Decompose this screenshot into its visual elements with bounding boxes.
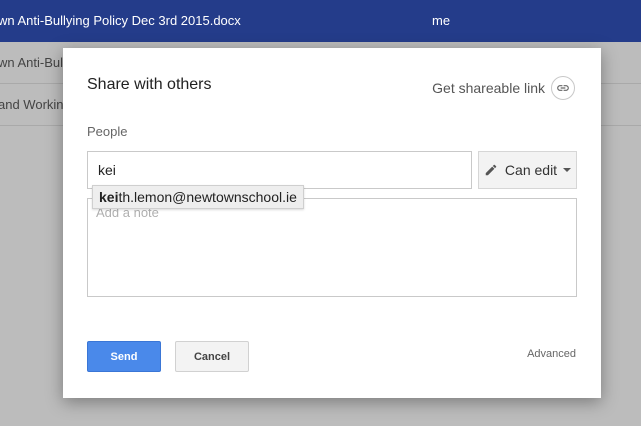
shareable-link-label: Get shareable link <box>432 80 545 96</box>
file-name: wn Anti-Bullying Policy Dec 3rd 2015.doc… <box>0 13 241 28</box>
file-name: and Working <box>0 97 71 112</box>
send-button[interactable]: Send <box>87 341 161 372</box>
file-name: wn Anti-Bully <box>0 55 73 70</box>
people-input[interactable] <box>87 151 472 189</box>
suggestion-rest: th.lemon@newtownschool.ie <box>118 189 297 205</box>
share-dialog: Share with others Get shareable link Peo… <box>63 48 601 398</box>
dialog-title: Share with others <box>87 76 212 93</box>
advanced-link[interactable]: Advanced <box>527 348 576 360</box>
caret-down-icon <box>563 168 572 172</box>
get-shareable-link-button[interactable]: Get shareable link <box>432 76 575 100</box>
pencil-icon <box>484 163 498 177</box>
people-label: People <box>87 124 128 139</box>
suggestion-match: kei <box>99 189 119 205</box>
file-row-selected[interactable]: wn Anti-Bullying Policy Dec 3rd 2015.doc… <box>0 0 641 42</box>
permission-label: Can edit <box>504 162 558 178</box>
cancel-button[interactable]: Cancel <box>175 341 249 372</box>
note-field[interactable] <box>87 198 577 297</box>
file-owner: me <box>432 13 451 28</box>
link-icon <box>551 76 575 100</box>
autocomplete-suggestion[interactable]: keith.lemon@newtownschool.ie <box>92 185 304 209</box>
permission-dropdown[interactable]: Can edit <box>478 151 577 189</box>
